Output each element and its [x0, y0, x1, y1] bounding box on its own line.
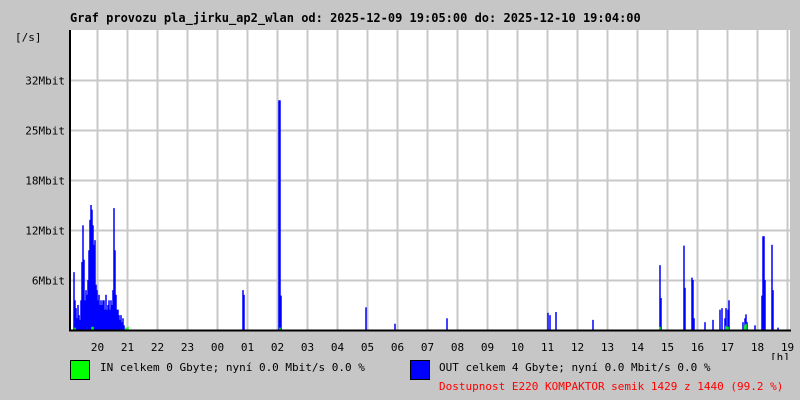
x-tick-label: 20 [91, 341, 104, 354]
out-legend-text: OUT celkem 4 Gbyte; nyní 0.0 Mbit/s 0.0 … [439, 361, 711, 374]
x-tick-label: 05 [361, 341, 374, 354]
out-data-point [693, 318, 695, 330]
x-tick-label: 02 [271, 341, 284, 354]
in-legend-text: IN celkem 0 Gbyte; nyní 0.0 Mbit/s 0.0 % [100, 361, 365, 374]
out-data-point [754, 325, 756, 330]
x-tick-label: 17 [721, 341, 734, 354]
in-legend-swatch [70, 360, 90, 380]
y-axis-unit: [/s] [15, 31, 42, 44]
out-data-point [712, 319, 714, 330]
out-data-point [704, 322, 706, 330]
y-tick-label: 25Mbit [25, 125, 65, 138]
x-tick-label: 06 [391, 341, 404, 354]
out-data-point [721, 308, 723, 330]
out-data-point [280, 295, 282, 330]
in-data-point [745, 323, 747, 330]
x-tick-label: 22 [151, 341, 164, 354]
x-tick-label: 12 [571, 341, 584, 354]
x-tick-label: 08 [451, 341, 464, 354]
traffic-chart: 6Mbit 12Mbit 18Mbit 25Mbit 32Mbit 20 21 22 23 00 0… [15, 30, 794, 360]
x-tick-label: 00 [211, 341, 224, 354]
x-tick-label: 18 [751, 341, 764, 354]
out-data-point [660, 297, 662, 330]
out-data-point [279, 100, 281, 330]
x-tick-label: 07 [421, 341, 434, 354]
y-tick-label: 12Mbit [25, 225, 65, 238]
x-tick-label: 03 [301, 341, 314, 354]
x-axis-unit: [h] [770, 351, 790, 360]
out-data-point [592, 319, 594, 330]
out-data-point [772, 290, 774, 330]
y-tick-label: 32Mbit [25, 75, 65, 88]
out-data-point [719, 309, 721, 330]
out-legend-swatch [410, 360, 430, 380]
out-data-point [446, 318, 448, 330]
out-data-point [555, 312, 557, 330]
in-data-point [725, 326, 727, 330]
out-data-point [742, 322, 744, 330]
out-data-point [394, 323, 396, 330]
x-tick-label: 11 [541, 341, 554, 354]
x-tick-label: 16 [691, 341, 704, 354]
out-data-point [547, 312, 549, 330]
out-data-point [764, 280, 766, 330]
out-data-point [728, 300, 730, 330]
x-tick-label: 21 [121, 341, 134, 354]
y-tick-label: 18Mbit [25, 175, 65, 188]
x-tick-label: 14 [631, 341, 645, 354]
out-data-point [365, 307, 367, 330]
availability-text: Dostupnost E220 KOMPAKTOR semik 1429 z 1… [439, 380, 784, 393]
x-tick-label: 10 [511, 341, 524, 354]
x-tick-label: 15 [661, 341, 674, 354]
x-tick-label: 23 [181, 341, 194, 354]
x-tick-label: 09 [481, 341, 494, 354]
out-data-point [123, 325, 125, 330]
x-tick-label: 01 [241, 341, 254, 354]
y-tick-label: 6Mbit [32, 275, 65, 288]
out-data-point [549, 315, 551, 330]
x-tick-label: 13 [601, 341, 614, 354]
out-data-point [684, 287, 686, 330]
out-data-point [243, 294, 245, 330]
x-tick-label: 04 [331, 341, 345, 354]
